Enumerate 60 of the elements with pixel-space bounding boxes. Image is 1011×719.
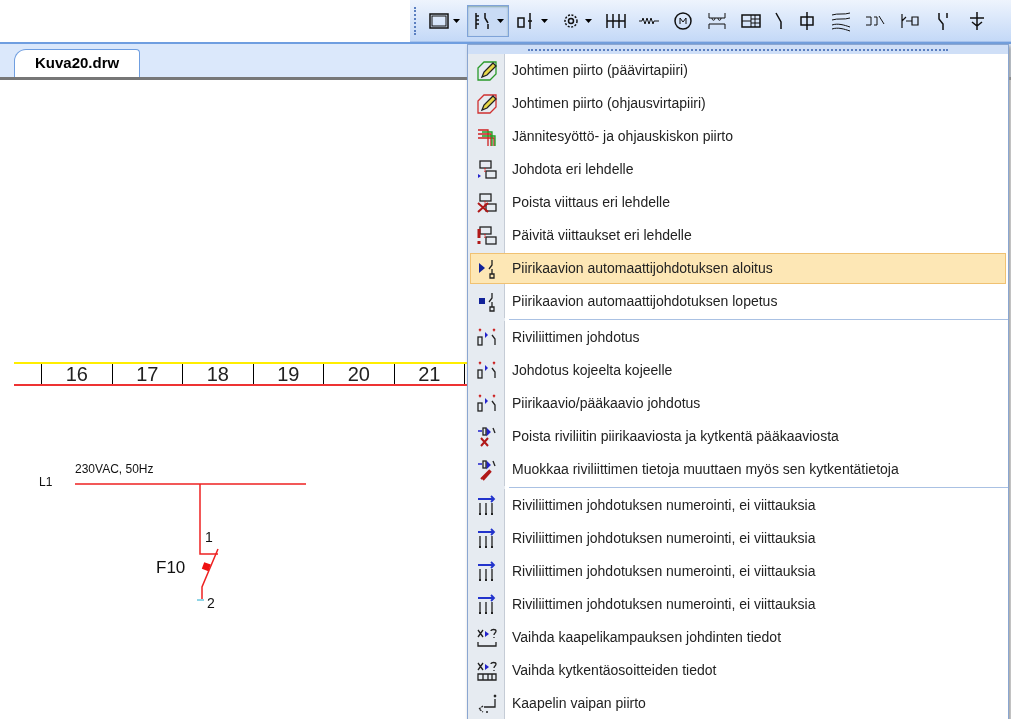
menu-item[interactable]: Piirikaavion automaattijohdotuksen lopetus [470,286,1006,317]
menu-item[interactable]: Poista viittaus eri lehdelle [470,187,1006,218]
menu-item[interactable]: Riviliittimen johdotus [470,322,1006,353]
boxes-alert-icon [476,224,498,247]
ruler-number: 18 [183,364,254,384]
cable-icon [476,692,498,715]
caret-icon [453,18,460,23]
toolbar-button[interactable] [467,4,509,37]
boxes-icon [476,158,498,181]
ruler-number: 19 [253,364,324,384]
line-label: L1 [39,475,53,489]
menu-item[interactable]: Riviliittimen johdotuksen numerointi, ei viittauksia [470,589,1006,620]
menu-item[interactable]: Päivitä viittaukset eri lehdelle [470,220,1006,251]
swap-icon [476,626,498,649]
menu-item[interactable]: Piirikaavio/pääkaavio johdotus [470,388,1006,419]
supply-label: 230VAC, 50Hz [75,462,154,476]
menu-item[interactable]: Vaihda kaapelikampauksen johdinten tiedot [470,622,1006,653]
terminal-number: 1 [205,529,213,545]
swap-icon [476,659,498,682]
ruler-number: 16 [42,364,113,384]
document-tab[interactable]: Kuva20.drw [14,49,141,77]
ruler-number: 17 [112,364,183,384]
menu-item[interactable]: Johdotus kojeelta kojeelle [470,355,1006,386]
terminal-number: 2 [207,595,215,611]
terminal-icon [476,425,498,448]
terminal-icon [476,326,498,349]
terminal-icon [476,392,498,415]
menu-item[interactable]: Kaapelin vaipan piirto [470,688,1006,719]
menu-item[interactable]: Piirikaavion automaattijohdotuksen aloitus [470,253,1006,284]
boxes-cross-icon [476,191,498,214]
waves-icon [830,9,852,32]
menu-item[interactable]: Johdota eri lehdelle [470,154,1006,185]
menu-item[interactable]: Poista riviliitin piirikaaviosta ja kytkentä pääkaaviosta [470,421,1006,452]
play-switch-icon [476,257,498,280]
arrows-icon [476,593,498,616]
menu-item[interactable]: Johtimen piirto (ohjausvirtapiiri) [470,88,1006,119]
stop-switch-icon [476,290,498,313]
terminal-icon [476,359,498,382]
pencil-icon [476,59,498,82]
menu-item[interactable]: Vaihda kytkentäosoitteiden tiedot [470,655,1006,686]
menu-item[interactable]: Riviliittimen johdotuksen numerointi, ei viittauksia [470,490,1006,521]
arrows-icon [476,560,498,583]
ruler-number: 20 [324,364,395,384]
device-label: F10 [156,558,186,577]
ruler-number: 21 [394,364,465,384]
menu-item[interactable]: Johtimen piirto (päävirtapiiri) [470,55,1006,86]
resistor-icon [638,15,660,26]
pencil-icon [476,92,498,115]
motor-icon [672,9,694,32]
menu-item[interactable]: Riviliittimen johdotuksen numerointi, ei viittauksia [470,523,1006,554]
terminal-icon [476,458,498,481]
menu-item[interactable]: Muokkaa riviliittimen tietoja muuttaen myös sen kytkentätietoja [470,454,1006,485]
caret-icon [497,18,504,23]
arrows-icon [476,494,498,517]
caret-icon [585,18,592,23]
toolbar-grip [414,6,417,35]
caret-icon [541,18,548,23]
menu-item[interactable]: Jännitesyöttö- ja ohjauskiskon piirto [470,121,1006,152]
menu-item[interactable]: Riviliittimen johdotuksen numerointi, ei viittauksia [470,556,1006,587]
arrows-icon [476,527,498,550]
